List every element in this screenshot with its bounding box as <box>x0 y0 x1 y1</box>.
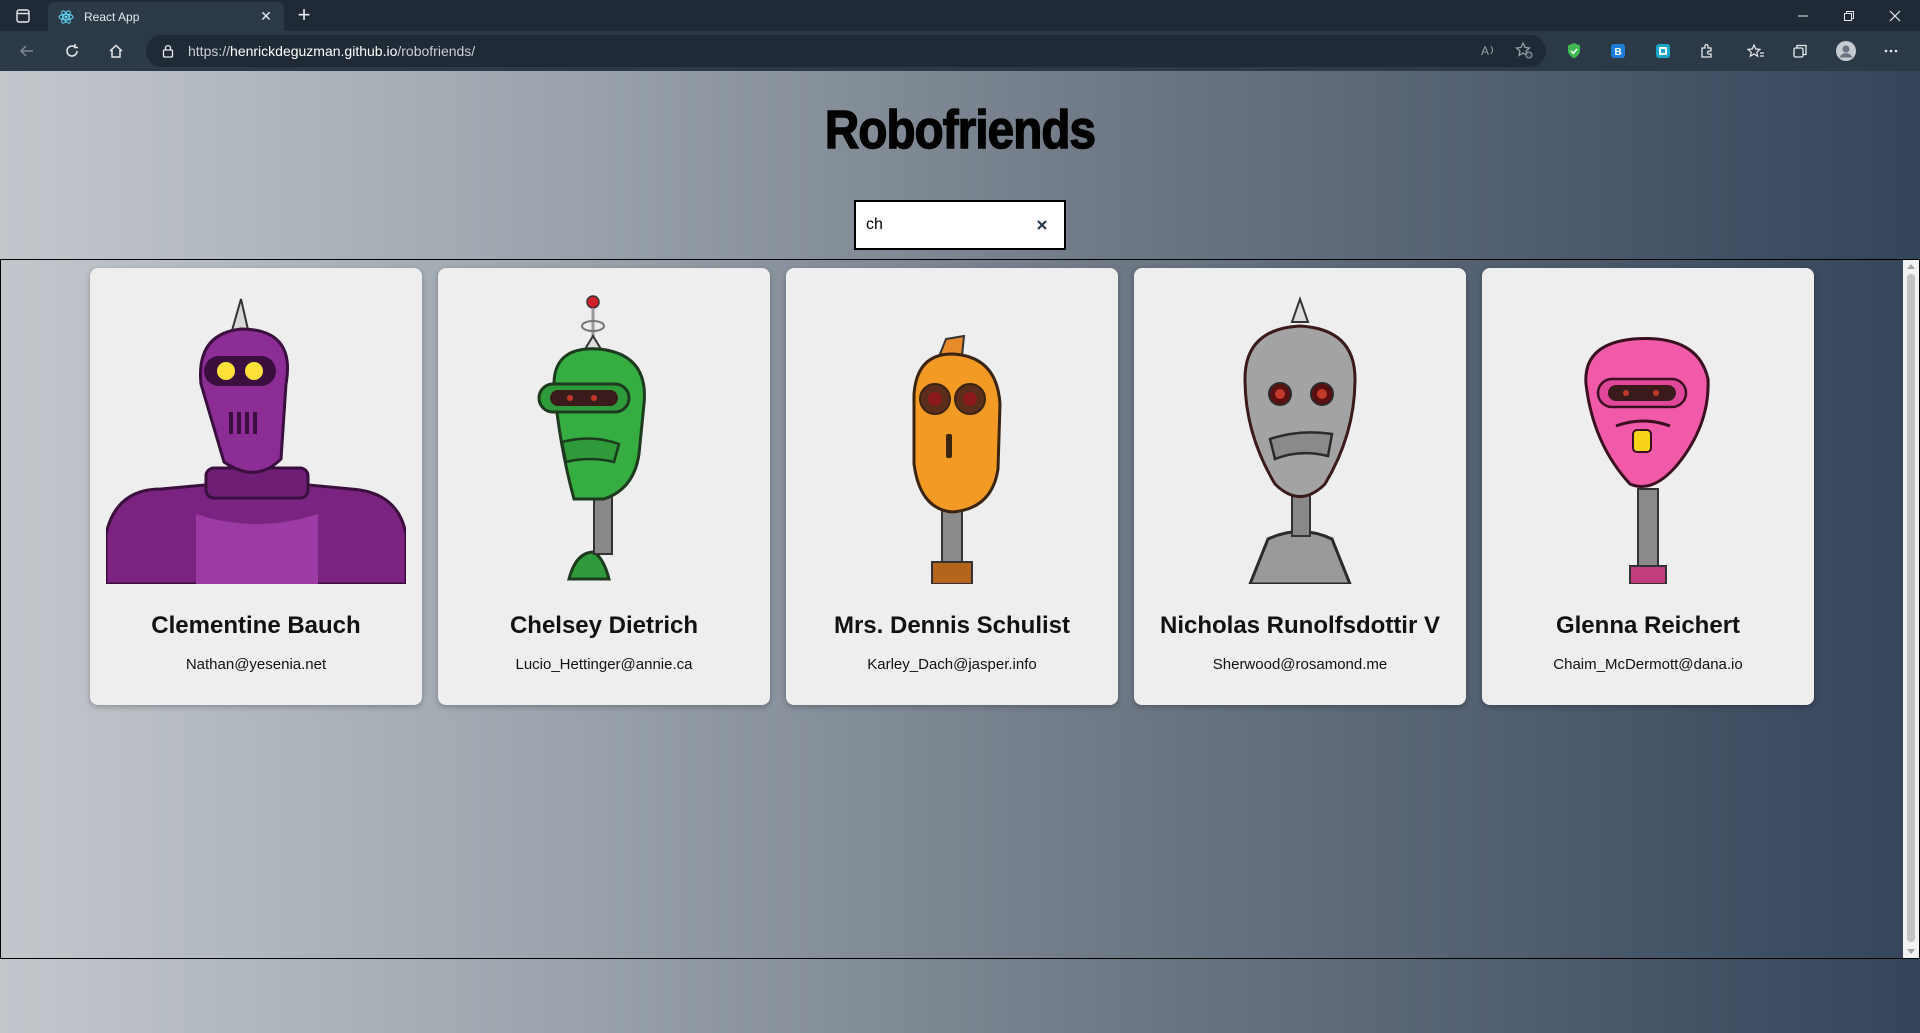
browser-tab[interactable]: React App ✕ <box>48 2 284 31</box>
read-aloud-icon[interactable]: A <box>1477 39 1499 61</box>
robot-avatar-orange <box>912 334 1002 584</box>
close-window-icon[interactable] <box>1872 0 1918 31</box>
robot-name: Chelsey Dietrich <box>509 612 699 639</box>
extensions-icon[interactable] <box>1696 40 1718 62</box>
url-host: henrickdeguzman.github.io <box>230 43 398 59</box>
scroll-up-arrow[interactable] <box>1907 264 1915 269</box>
url-text: https://henrickdeguzman.github.io/robofr… <box>188 43 475 59</box>
search-input[interactable] <box>866 214 1026 236</box>
robot-email: Chaim_McDermott@dana.io <box>1553 656 1743 673</box>
refresh-icon[interactable] <box>58 37 86 65</box>
home-icon[interactable] <box>102 37 130 65</box>
translate-extension-icon[interactable] <box>1652 40 1674 62</box>
page-viewport: Robofriends ch Clementine Bauch Nathan@y… <box>0 71 1920 1033</box>
svg-text:A: A <box>1481 44 1489 58</box>
bitwarden-extension-icon[interactable]: B <box>1607 40 1629 62</box>
new-tab-button[interactable]: + <box>292 4 316 28</box>
favorites-icon[interactable] <box>1745 40 1767 62</box>
scroll-down-arrow[interactable] <box>1907 949 1915 954</box>
robot-card: Glenna Reichert Chaim_McDermott@dana.io <box>1482 268 1814 705</box>
robot-email: Lucio_Hettinger@annie.ca <box>515 656 693 673</box>
shield-extension-icon[interactable] <box>1563 40 1585 62</box>
robot-image <box>454 284 754 584</box>
robot-name: Nicholas Runolfsdottir V <box>1159 612 1440 639</box>
robot-card: Mrs. Dennis Schulist Karley_Dach@jasper.… <box>786 268 1118 705</box>
address-bar[interactable]: https://henrickdeguzman.github.io/robofr… <box>146 35 1546 67</box>
robot-image <box>802 284 1102 584</box>
robot-name: Mrs. Dennis Schulist <box>833 612 1071 639</box>
restore-icon[interactable] <box>1826 0 1872 31</box>
url-path: /robofriends/ <box>397 43 476 59</box>
robot-avatar-pink <box>1584 337 1710 584</box>
robot-image <box>106 284 406 584</box>
profile-avatar[interactable] <box>1834 39 1858 63</box>
vertical-scrollbar[interactable] <box>1903 260 1919 958</box>
robot-image <box>1498 284 1798 584</box>
back-icon[interactable] <box>13 37 41 65</box>
tab-title: React App <box>84 9 140 24</box>
close-tab-icon[interactable]: ✕ <box>258 8 274 25</box>
scrollbar-thumb[interactable] <box>1907 274 1915 942</box>
svg-text:B: B <box>1615 47 1622 58</box>
robot-image <box>1150 284 1450 584</box>
browser-toolbar: https://henrickdeguzman.github.io/robofr… <box>0 31 1920 71</box>
robot-card: Nicholas Runolfsdottir V Sherwood@rosamo… <box>1134 268 1466 705</box>
robot-email: Karley_Dach@jasper.info <box>867 656 1037 673</box>
robot-card: Clementine Bauch Nathan@yesenia.net <box>90 268 422 705</box>
app-title: Robofriends <box>824 99 1096 161</box>
card-list: Clementine Bauch Nathan@yesenia.net Chel… <box>90 268 1814 705</box>
robot-list-scroll-area[interactable]: Clementine Bauch Nathan@yesenia.net Chel… <box>0 259 1920 959</box>
browser-tab-strip: React App ✕ + <box>0 0 1920 31</box>
robot-avatar-green <box>537 295 646 581</box>
robot-email: Nathan@yesenia.net <box>185 656 327 673</box>
robot-avatar-grey <box>1243 295 1357 584</box>
react-icon <box>58 9 74 25</box>
more-menu-icon[interactable] <box>1880 40 1902 62</box>
robot-name: Clementine Bauch <box>151 612 361 639</box>
url-prefix: https:// <box>188 43 231 59</box>
collections-icon[interactable] <box>1789 40 1811 62</box>
robot-card: Chelsey Dietrich Lucio_Hettinger@annie.c… <box>438 268 770 705</box>
favorite-add-icon[interactable] <box>1513 39 1535 61</box>
robot-email: Sherwood@rosamond.me <box>1212 656 1388 673</box>
robot-avatar-purple <box>106 298 406 584</box>
robot-name: Glenna Reichert <box>1555 612 1741 639</box>
lock-icon[interactable] <box>160 43 176 59</box>
clear-search-icon[interactable] <box>1034 217 1050 233</box>
search-box[interactable] <box>854 200 1066 250</box>
minimize-icon[interactable] <box>1780 0 1826 31</box>
tab-actions-icon[interactable] <box>12 6 34 26</box>
